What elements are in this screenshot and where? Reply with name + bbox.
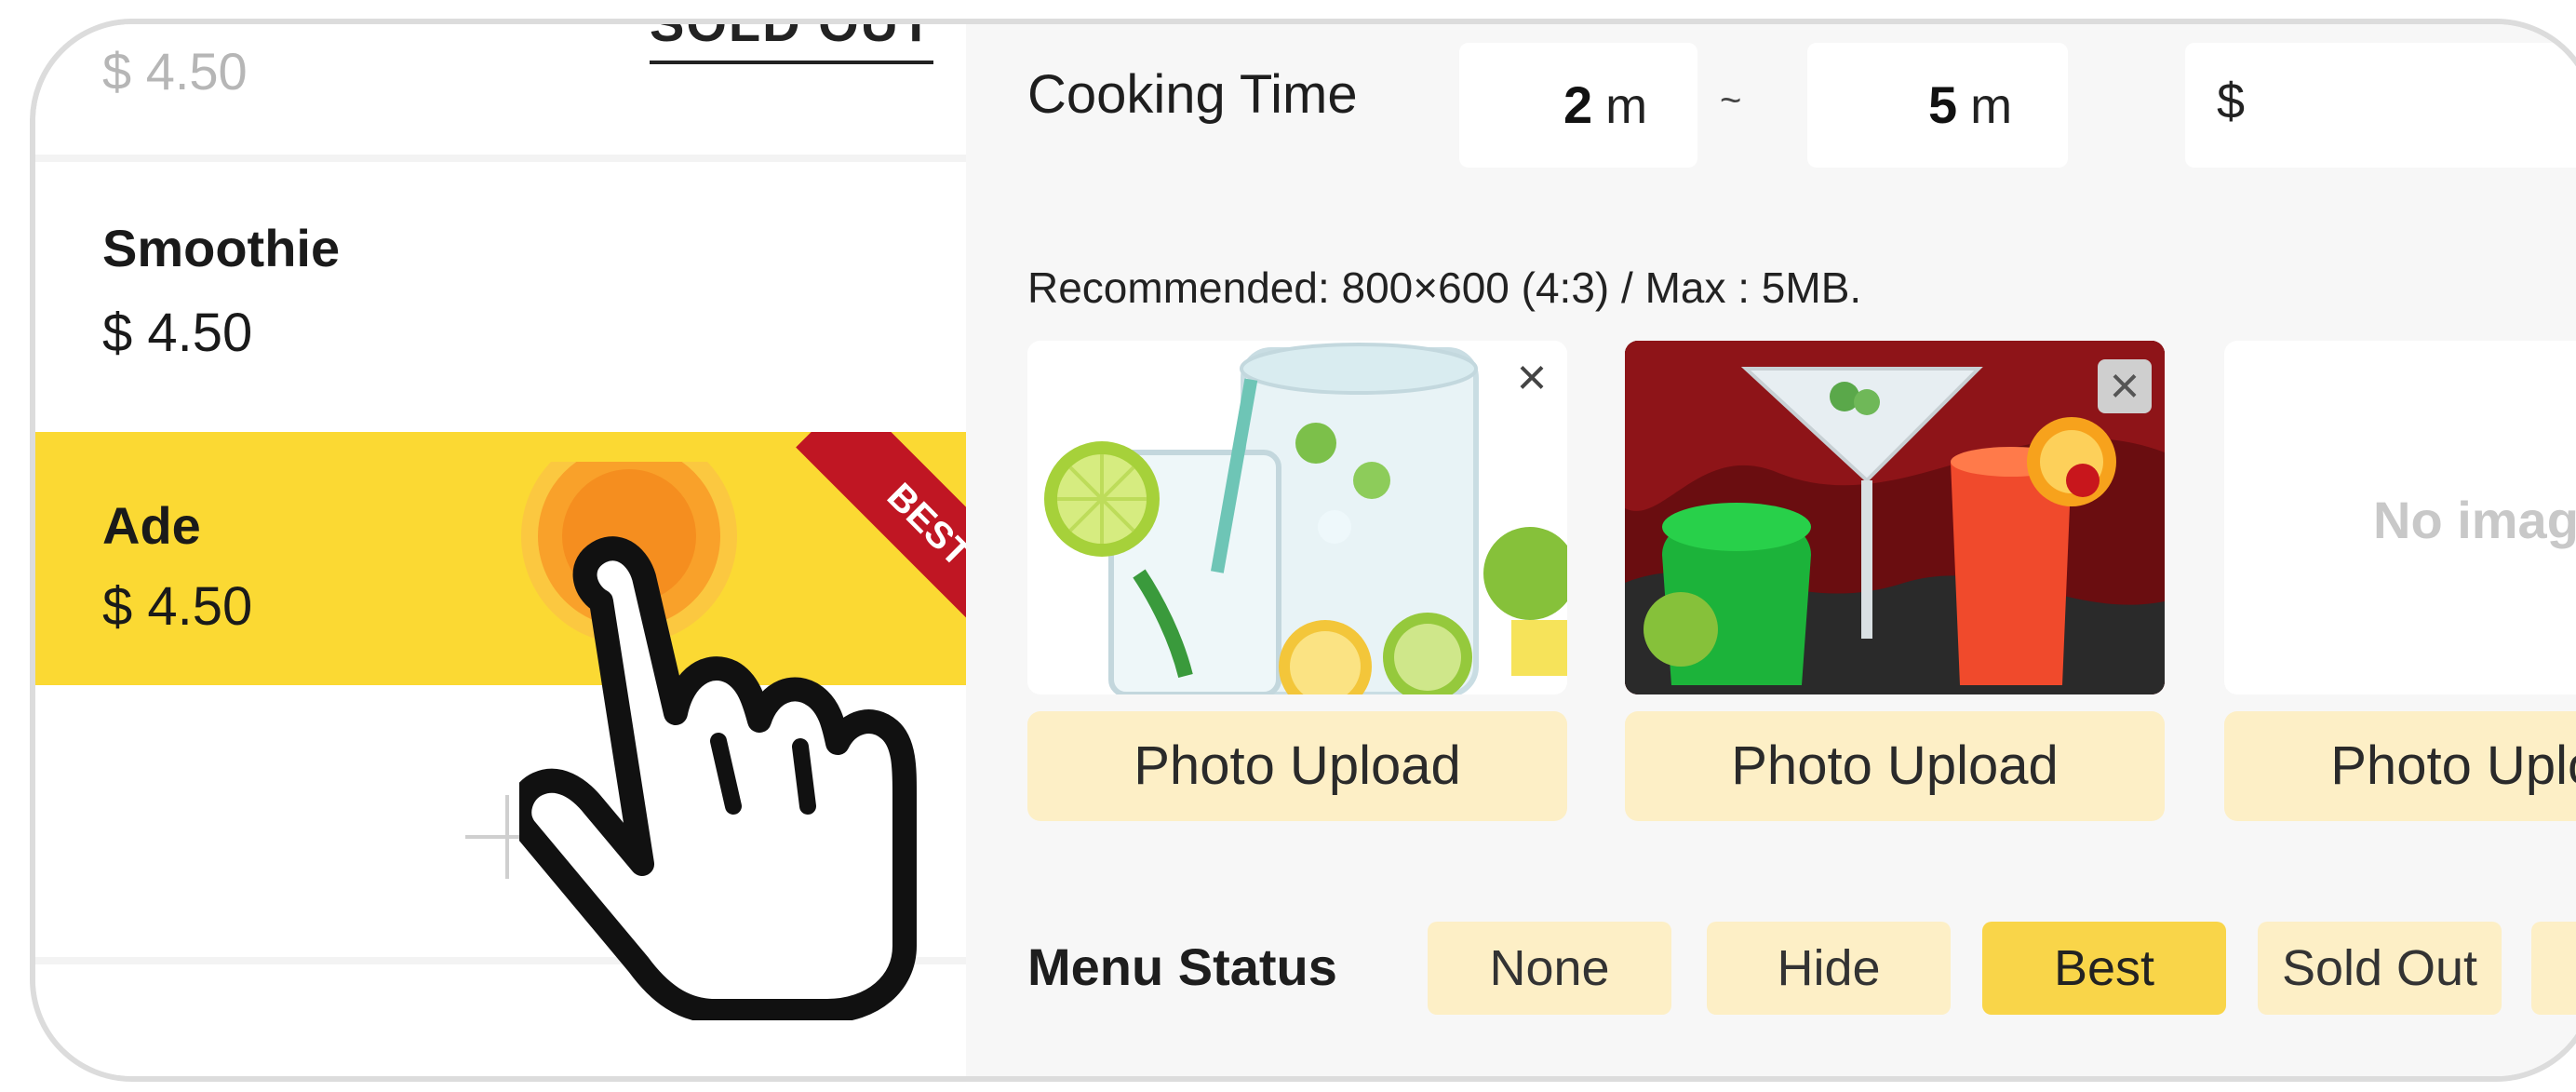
max-time-field[interactable]: 5m	[1807, 43, 2068, 168]
photo-preview-1: ×	[1027, 341, 1567, 694]
menu-item-price: $ 4.50	[102, 42, 248, 101]
no-image-placeholder: No image	[2373, 491, 2576, 549]
photo-preview-2: ×	[1625, 341, 2165, 694]
lemonade-image	[1027, 341, 1567, 694]
menu-item-name: Smoothie	[102, 219, 341, 277]
device-frame: $ 4.50 SOLD OUT Smoothie $ 4.50 Ade $ 4.…	[30, 19, 2576, 1082]
photo-upload-button-3[interactable]: Photo Upload	[2224, 711, 2576, 821]
remove-photo-icon[interactable]: ×	[2098, 359, 2152, 413]
menu-item-smoothie[interactable]: Smoothie $ 4.50	[35, 169, 966, 432]
cooking-time-label: Cooking Time	[1027, 64, 1358, 125]
status-option-hide[interactable]: Hide	[1707, 922, 1951, 1015]
status-option-sold-out[interactable]: Sold Out	[2258, 922, 2502, 1015]
status-option-extra[interactable]	[2531, 922, 2576, 1015]
price-field[interactable]: $	[2185, 43, 2576, 168]
photo-upload-button-1[interactable]: Photo Upload	[1027, 711, 1567, 821]
time-range-separator: ~	[1720, 80, 1742, 121]
photo-preview-3: No image	[2224, 341, 2576, 694]
price-symbol: $	[2217, 74, 2246, 129]
menu-item-name: Ade	[102, 496, 201, 555]
time-unit: m	[1970, 78, 2013, 134]
min-time-value: 2	[1563, 75, 1593, 134]
status-option-best[interactable]: Best	[1982, 922, 2226, 1015]
time-unit: m	[1605, 78, 1648, 134]
menu-edit-panel: Cooking Time 2m ~ 5m $ Recommended: 800×…	[966, 24, 2576, 1076]
image-recommendation: Recommended: 800×600 (4:3) / Max : 5MB.	[1027, 263, 1862, 312]
remove-photo-icon[interactable]: ×	[1504, 350, 1560, 406]
cocktails-image	[1625, 341, 2165, 694]
status-option-none[interactable]: None	[1428, 922, 1671, 1015]
menu-item-sold-out[interactable]: $ 4.50 SOLD OUT	[35, 24, 966, 162]
photo-upload-button-2[interactable]: Photo Upload	[1625, 711, 2165, 821]
menu-status-label: Menu Status	[1027, 937, 1337, 996]
sold-out-badge: SOLD OUT	[650, 24, 934, 64]
max-time-value: 5	[1928, 75, 1958, 134]
menu-item-price: $ 4.50	[102, 303, 253, 363]
menu-item-price: $ 4.50	[102, 576, 253, 637]
min-time-field[interactable]: 2m	[1459, 43, 1697, 168]
